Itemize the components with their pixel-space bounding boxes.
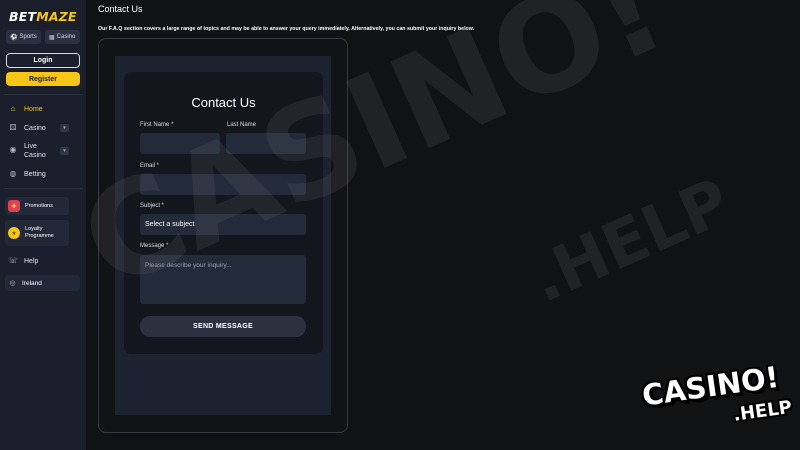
sidebar-divider <box>4 94 82 95</box>
region-selector[interactable]: ◎ Ireland <box>5 275 80 291</box>
message-textarea[interactable]: Please describe your inquiry... <box>140 255 306 304</box>
first-name-field[interactable] <box>140 133 220 154</box>
last-name-field[interactable] <box>226 133 306 154</box>
intro-text: Our F.A.Q section covers a large range o… <box>98 26 475 32</box>
sidebar-item-live-casino[interactable]: ◉ Live Casino <box>8 142 46 160</box>
message-placeholder: Please describe your inquiry... <box>145 262 232 269</box>
sidebar-item-label: Betting <box>24 170 46 178</box>
casino-expand-chevron-icon[interactable]: ▾ <box>60 124 69 132</box>
sidebar-item-label: Live Casino <box>24 143 46 159</box>
message-label: Message * <box>140 243 169 249</box>
dice-icon: ⚄ <box>9 123 17 132</box>
loyalty-label: Loyalty Programme <box>25 226 54 239</box>
gift-icon: ✚ <box>8 200 20 212</box>
casino-help-logo: CASINO! .HELP <box>636 360 796 445</box>
casino-help-logo-line2: .HELP <box>732 396 794 426</box>
football-icon: ◍ <box>9 169 17 178</box>
promotions-card[interactable]: ✚ Promotions <box>5 197 69 215</box>
soccer-ball-icon: ⚽ <box>10 34 18 41</box>
login-button[interactable]: Login <box>6 53 80 68</box>
sidebar-divider <box>4 188 82 189</box>
casino-help-logo-line1: CASINO! <box>640 359 781 413</box>
last-name-label: Last Name <box>227 122 257 128</box>
loyalty-programme-card[interactable]: ★ Loyalty Programme <box>5 220 69 246</box>
sidebar-item-label: Home <box>24 105 43 113</box>
sidebar-item-help[interactable]: ☏ Help <box>8 256 38 266</box>
sidebar-item-label: Help <box>24 257 39 265</box>
casino-help-watermark-suffix: .HELP <box>520 164 742 318</box>
promotions-label: Promotions <box>25 202 53 209</box>
region-label: Ireland <box>22 279 42 287</box>
casino-pill[interactable]: ▦ Casino <box>45 30 80 44</box>
form-title: Contact Us <box>191 95 256 110</box>
casino-pill-label: Casino <box>56 34 76 40</box>
globe-icon: ◎ <box>9 280 16 287</box>
sidebar: BETMAZE ⚽ Sports ▦ Casino Login Register… <box>0 0 86 450</box>
sidebar-item-casino[interactable]: ⚄ Casino <box>8 123 46 133</box>
sidebar-item-label: Casino <box>24 124 46 132</box>
email-label: Email * <box>140 163 160 169</box>
help-icon: ☏ <box>8 256 19 265</box>
subject-select-value: Select a subject <box>145 221 195 228</box>
sidebar-item-betting[interactable]: ◍ Betting <box>8 169 46 179</box>
email-field[interactable] <box>140 174 306 195</box>
live-casino-expand-chevron-icon[interactable]: ▾ <box>60 147 69 155</box>
subject-label: Subject * <box>140 203 165 209</box>
betmaze-logo[interactable]: BETMAZE <box>9 9 77 24</box>
sidebar-item-home[interactable]: ⌂ Home <box>8 104 43 114</box>
loyalty-coin-icon: ★ <box>8 227 20 239</box>
cards-icon: ▦ <box>49 34 55 41</box>
contact-form-card <box>124 72 323 354</box>
sports-pill-label: Sports <box>19 34 37 40</box>
register-button[interactable]: Register <box>6 72 80 86</box>
page-title: Contact Us <box>98 4 143 14</box>
home-icon: ⌂ <box>10 104 16 113</box>
send-message-button[interactable]: SEND MESSAGE <box>140 316 306 337</box>
sports-pill[interactable]: ⚽ Sports <box>6 30 41 44</box>
live-casino-icon: ◉ <box>9 145 17 154</box>
subject-select[interactable]: Select a subject <box>140 214 306 235</box>
first-name-label: First Name * <box>140 122 174 128</box>
